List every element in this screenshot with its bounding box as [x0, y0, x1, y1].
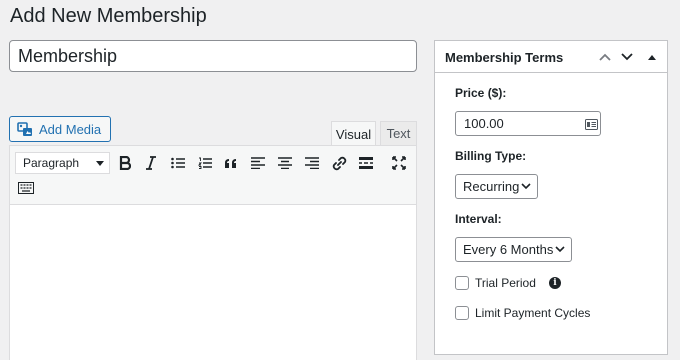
- align-right-icon: [305, 157, 319, 169]
- limit-payment-cycles-row: Limit Payment Cycles: [455, 306, 590, 320]
- limit-payment-cycles-checkbox[interactable]: [455, 306, 469, 320]
- panel-header: Membership Terms: [435, 41, 667, 73]
- italic-icon: [145, 156, 157, 170]
- blockquote-button[interactable]: [221, 153, 241, 173]
- billing-type-label: Billing Type:: [455, 149, 527, 163]
- membership-title-input[interactable]: [9, 40, 417, 72]
- chevron-down-icon: [96, 161, 104, 166]
- align-right-button[interactable]: [302, 153, 322, 173]
- move-up-button[interactable]: [597, 49, 613, 65]
- editor-body[interactable]: [10, 205, 416, 360]
- chevron-up-icon: [599, 53, 611, 61]
- price-label: Price ($):: [455, 86, 507, 100]
- billing-type-select[interactable]: Recurring: [455, 174, 538, 199]
- numbered-list-button[interactable]: [195, 153, 215, 173]
- panel-title: Membership Terms: [445, 50, 564, 65]
- media-icon: [17, 121, 33, 137]
- fullscreen-icon: [392, 156, 406, 170]
- format-select[interactable]: Paragraph: [15, 152, 110, 174]
- trial-period-label: Trial Period: [475, 276, 536, 290]
- triangle-up-icon: [647, 54, 657, 60]
- italic-button[interactable]: [141, 153, 161, 173]
- contact-card-icon: [585, 117, 598, 135]
- add-media-button[interactable]: Add Media: [9, 116, 112, 142]
- page-title: Add New Membership: [10, 5, 207, 27]
- align-center-icon: [278, 157, 292, 169]
- fullscreen-button[interactable]: [389, 153, 409, 173]
- align-left-icon: [251, 157, 265, 169]
- bold-button[interactable]: [115, 153, 135, 173]
- tab-text[interactable]: Text: [380, 121, 417, 145]
- membership-terms-panel: Membership Terms Price ($): Billing Type…: [434, 40, 668, 355]
- toolbar-toggle-button[interactable]: [16, 178, 36, 198]
- limit-payment-cycles-label: Limit Payment Cycles: [475, 306, 591, 320]
- link-icon: [332, 156, 347, 171]
- link-button[interactable]: [329, 153, 349, 173]
- align-left-button[interactable]: [248, 153, 268, 173]
- content-editor: Paragraph: [9, 145, 417, 360]
- bulleted-list-icon: [171, 157, 185, 169]
- add-media-label: Add Media: [39, 121, 102, 137]
- interval-value: Every 6 Months: [463, 242, 554, 257]
- numbered-list-icon: [198, 157, 212, 169]
- read-more-icon: [359, 157, 373, 169]
- trial-period-checkbox[interactable]: [455, 276, 469, 290]
- chevron-down-icon: [621, 53, 633, 61]
- collapse-panel-button[interactable]: [644, 49, 660, 65]
- billing-type-value: Recurring: [463, 179, 520, 194]
- bold-icon: [119, 156, 131, 170]
- trial-period-row: Trial Period i: [455, 276, 561, 290]
- interval-select[interactable]: Every 6 Months: [455, 237, 572, 262]
- price-input[interactable]: [455, 111, 601, 136]
- toolbar-toggle-icon: [18, 182, 34, 194]
- interval-label: Interval:: [455, 212, 502, 226]
- move-down-button[interactable]: [619, 49, 635, 65]
- editor-toolbar: Paragraph: [10, 146, 416, 205]
- tab-visual[interactable]: Visual: [331, 121, 376, 146]
- read-more-button[interactable]: [356, 153, 376, 173]
- blockquote-icon: [224, 158, 238, 169]
- align-center-button[interactable]: [275, 153, 295, 173]
- format-select-value: Paragraph: [23, 156, 80, 170]
- info-icon[interactable]: i: [548, 277, 561, 289]
- bulleted-list-button[interactable]: [168, 153, 188, 173]
